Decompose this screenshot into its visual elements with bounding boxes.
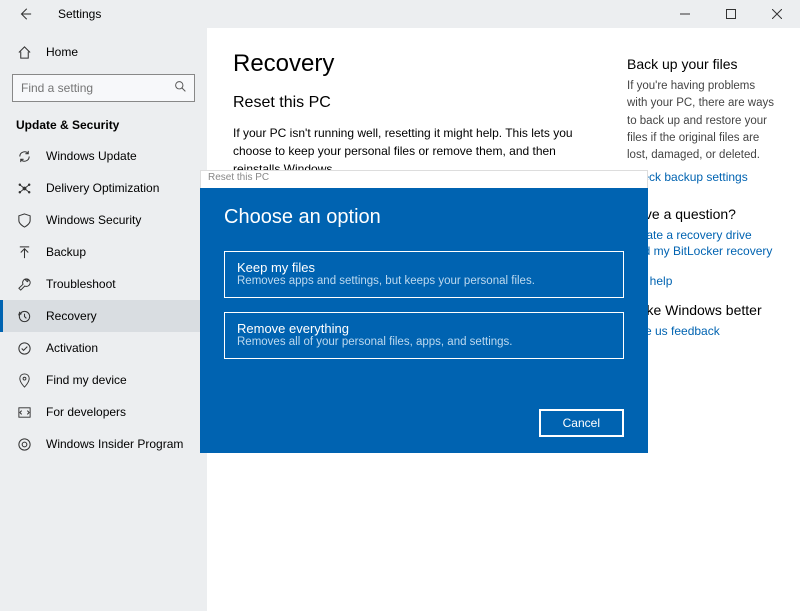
sidebar-item-label: Home [46, 45, 78, 59]
dialog-heading: Choose an option [224, 206, 624, 229]
activation-icon [16, 340, 32, 356]
search-input[interactable] [12, 74, 195, 102]
sidebar-item-label: Windows Insider Program [46, 437, 183, 451]
sidebar-item-activation[interactable]: Activation [0, 332, 207, 364]
backup-heading: Back up your files [627, 56, 778, 72]
sidebar: Home Update & Security Windows Update De… [0, 28, 207, 611]
sidebar-item-insider[interactable]: Windows Insider Program [0, 428, 207, 460]
option-keep-files[interactable]: Keep my files Removes apps and settings,… [224, 251, 624, 298]
sidebar-category: Update & Security [0, 106, 207, 140]
option-title: Remove everything [237, 321, 611, 336]
sidebar-item-find-my-device[interactable]: Find my device [0, 364, 207, 396]
location-icon [16, 372, 32, 388]
make-better-heading: Make Windows better [627, 302, 778, 318]
insider-icon [16, 436, 32, 452]
close-button[interactable] [754, 0, 800, 28]
sidebar-item-troubleshoot[interactable]: Troubleshoot [0, 268, 207, 300]
question-heading: Have a question? [627, 206, 778, 222]
sidebar-item-delivery-optimization[interactable]: Delivery Optimization [0, 172, 207, 204]
feedback-link[interactable]: Give us feedback [627, 324, 778, 338]
delivery-icon [16, 180, 32, 196]
sidebar-item-label: Windows Update [46, 149, 137, 163]
close-icon [772, 9, 782, 19]
option-description: Removes apps and settings, but keeps you… [237, 275, 611, 287]
page-title: Recovery [233, 50, 599, 78]
maximize-icon [726, 9, 736, 19]
sidebar-item-label: Windows Security [46, 213, 141, 227]
get-help-link[interactable]: Get help [627, 274, 778, 288]
sidebar-item-recovery[interactable]: Recovery [0, 300, 207, 332]
reset-heading: Reset this PC [233, 94, 599, 112]
sidebar-item-label: Recovery [46, 309, 97, 323]
check-backup-link[interactable]: Check backup settings [627, 170, 778, 184]
create-recovery-drive-link[interactable]: Create a recovery drive [627, 228, 778, 242]
developers-icon [16, 404, 32, 420]
search-box[interactable] [12, 74, 195, 102]
maximize-button[interactable] [708, 0, 754, 28]
arrow-left-icon [18, 7, 32, 21]
window-title: Settings [58, 7, 101, 21]
option-description: Removes all of your personal files, apps… [237, 336, 611, 348]
backup-icon [16, 244, 32, 260]
minimize-button[interactable] [662, 0, 708, 28]
titlebar: Settings [0, 0, 800, 28]
sidebar-item-label: Delivery Optimization [46, 181, 159, 195]
shield-icon [16, 212, 32, 228]
option-title: Keep my files [237, 260, 611, 275]
sidebar-item-backup[interactable]: Backup [0, 236, 207, 268]
backup-description: If you're having problems with your PC, … [627, 78, 778, 164]
bitlocker-link[interactable]: Find my BitLocker recovery key [627, 244, 778, 272]
back-button[interactable] [16, 7, 34, 21]
sidebar-item-windows-security[interactable]: Windows Security [0, 204, 207, 236]
sidebar-item-home[interactable]: Home [0, 36, 207, 68]
home-icon [16, 44, 32, 60]
recovery-icon [16, 308, 32, 324]
dialog-titlebar: Reset this PC [200, 170, 648, 188]
minimize-icon [680, 9, 690, 19]
cancel-button[interactable]: Cancel [539, 409, 624, 437]
reset-dialog: Reset this PC Choose an option Keep my f… [200, 170, 648, 453]
sidebar-item-label: Troubleshoot [46, 277, 116, 291]
option-remove-everything[interactable]: Remove everything Removes all of your pe… [224, 312, 624, 359]
sidebar-item-for-developers[interactable]: For developers [0, 396, 207, 428]
search-icon [174, 80, 187, 96]
sidebar-item-label: Backup [46, 245, 86, 259]
sidebar-item-label: Activation [46, 341, 98, 355]
wrench-icon [16, 276, 32, 292]
sidebar-item-label: For developers [46, 405, 126, 419]
sidebar-item-windows-update[interactable]: Windows Update [0, 140, 207, 172]
sync-icon [16, 148, 32, 164]
sidebar-item-label: Find my device [46, 373, 127, 387]
